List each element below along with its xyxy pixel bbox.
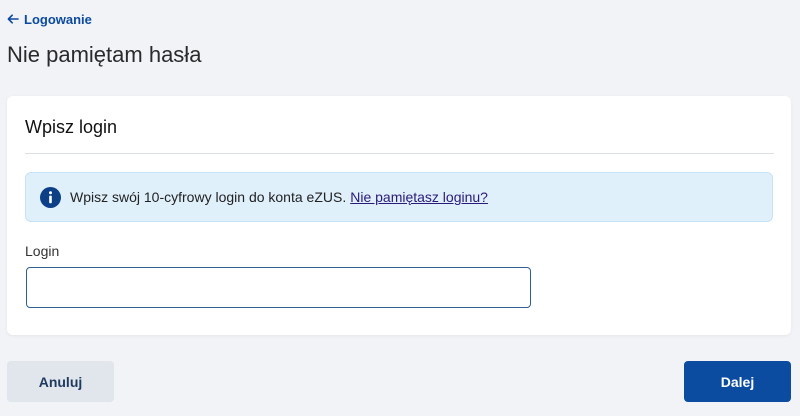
password-reset-page: Logowanie Nie pamiętam hasła Wpisz login…	[0, 0, 800, 416]
forgot-login-link[interactable]: Nie pamiętasz loginu?	[350, 189, 488, 205]
card-title: Wpisz login	[25, 117, 118, 137]
back-link-label: Logowanie	[24, 11, 92, 27]
next-button[interactable]: Dalej	[684, 361, 791, 402]
info-message: Wpisz swój 10-cyfrowy login do konta eZU…	[25, 172, 773, 222]
arrow-left-icon	[7, 14, 19, 24]
page-title: Nie pamiętam hasła	[7, 42, 202, 67]
back-to-login-link[interactable]: Logowanie	[7, 10, 92, 28]
info-icon	[40, 186, 61, 208]
card-divider	[25, 153, 774, 154]
cancel-button[interactable]: Anuluj	[7, 361, 114, 402]
login-input[interactable]	[26, 267, 531, 308]
login-field-label: Login	[25, 243, 60, 259]
info-text: Wpisz swój 10-cyfrowy login do konta eZU…	[70, 189, 347, 205]
login-card: Wpisz login Wpisz swój 10-cyfrowy login …	[7, 96, 791, 335]
